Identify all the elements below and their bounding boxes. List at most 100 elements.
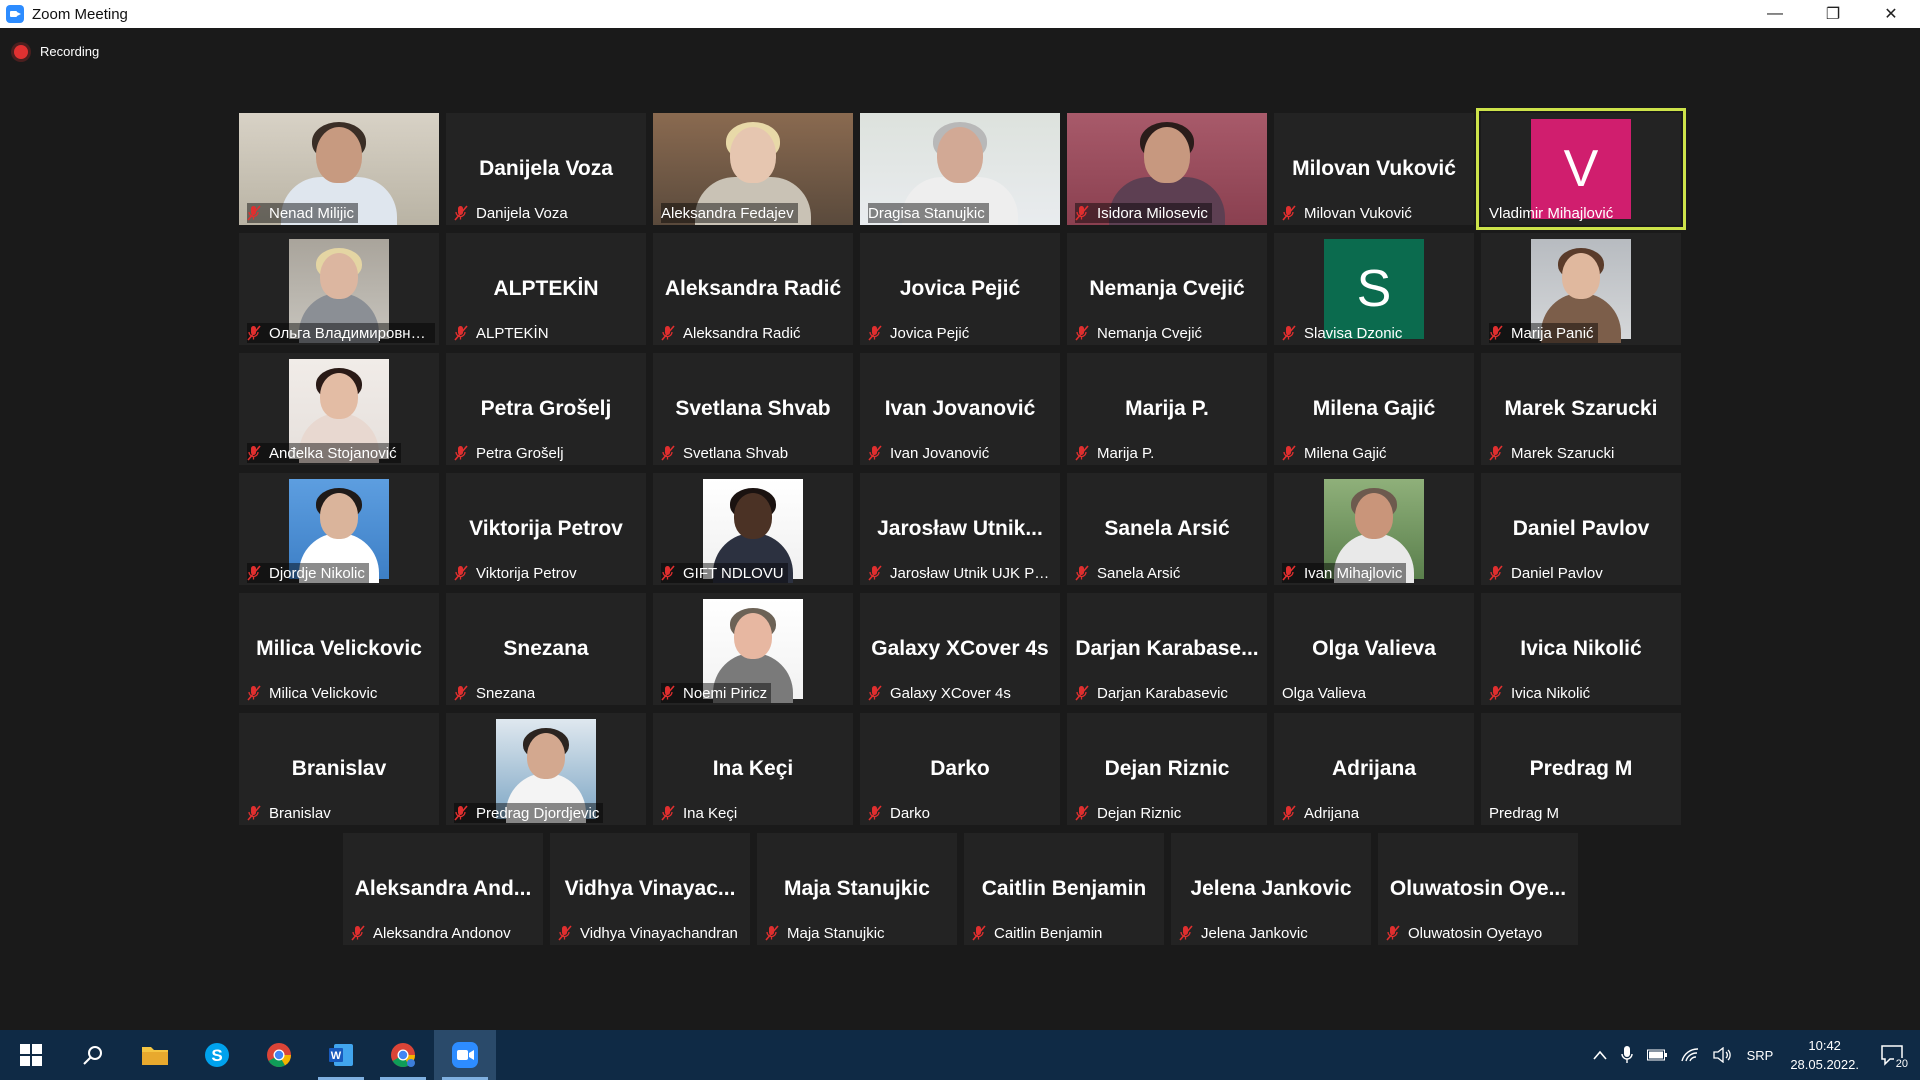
participant-tile[interactable]: Petra Grošelj Petra Grošelj — [446, 353, 646, 465]
search-icon — [83, 1046, 102, 1065]
participant-tile[interactable]: Caitlin Benjamin Caitlin Benjamin — [964, 833, 1164, 945]
participant-tile[interactable]: Milica Velickovic Milica Velickovic — [239, 593, 439, 705]
participant-tile[interactable]: Maja Stanujkic Maja Stanujkic — [757, 833, 957, 945]
start-button[interactable] — [0, 1030, 62, 1080]
participant-tile[interactable]: Predrag Djordjevic — [446, 713, 646, 825]
battery-tray-button[interactable] — [1646, 1049, 1667, 1061]
word-icon: W — [329, 1044, 353, 1066]
muted-microphone-icon — [1075, 565, 1089, 581]
notifications-button[interactable]: 20 — [1880, 1044, 1910, 1070]
participant-tile[interactable]: ALPTEKİN ALPTEKİN — [446, 233, 646, 345]
participant-tile[interactable]: Oluwatosin Oye... Oluwatosin Oyetayo — [1378, 833, 1578, 945]
zoom-button[interactable] — [434, 1030, 496, 1080]
minimize-button[interactable]: — — [1746, 0, 1804, 28]
participant-tile[interactable]: Ольга Владимировна ... — [239, 233, 439, 345]
chrome-button[interactable] — [248, 1030, 310, 1080]
participant-name: Noemi Piricz — [683, 684, 768, 702]
participant-tile[interactable]: Marija Panić — [1481, 233, 1681, 345]
participant-tile[interactable]: Marek Szarucki Marek Szarucki — [1481, 353, 1681, 465]
participant-tile[interactable]: Ivica Nikolić Ivica Nikolić — [1481, 593, 1681, 705]
participant-tile[interactable]: Viktorija Petrov Viktorija Petrov — [446, 473, 646, 585]
participant-display-name: Branislav — [291, 757, 387, 780]
participant-tile[interactable]: Noemi Piricz — [653, 593, 853, 705]
participant-name: Daniel Pavlov — [1511, 564, 1603, 582]
taskbar-clock[interactable]: 10:42 28.05.2022. — [1790, 1036, 1859, 1074]
participant-tile[interactable]: Nenad Milijic — [239, 113, 439, 225]
participant-tile[interactable]: Sanela Arsić Sanela Arsić — [1067, 473, 1267, 585]
participant-name: Jovica Pejić — [890, 324, 970, 342]
participant-tile[interactable]: Aleksandra And... Aleksandra Andonov — [343, 833, 543, 945]
participant-name-label: Ольга Владимировна ... — [247, 323, 435, 343]
skype-icon: S — [205, 1043, 229, 1067]
participant-display-name: ALPTEKİN — [493, 277, 599, 300]
participant-tile[interactable]: Olga Valieva Olga Valieva — [1274, 593, 1474, 705]
participant-tile[interactable]: Milovan Vuković Milovan Vuković — [1274, 113, 1474, 225]
participant-tile[interactable]: GIFT NDLOVU — [653, 473, 853, 585]
participant-tile[interactable]: Isidora Milosevic — [1067, 113, 1267, 225]
participant-name: Anđelka Stojanović — [269, 444, 397, 462]
microphone-icon — [1620, 1046, 1633, 1063]
show-hidden-icons-button[interactable] — [1592, 1050, 1607, 1060]
participant-display-name: Jelena Jankovic — [1190, 877, 1352, 900]
participant-tile[interactable]: Galaxy XCover 4s Galaxy XCover 4s — [860, 593, 1060, 705]
participant-name-label: Dejan Riznic — [1075, 803, 1181, 823]
window-title: Zoom Meeting — [32, 5, 128, 23]
participant-tile[interactable]: Daniel Pavlov Daniel Pavlov — [1481, 473, 1681, 585]
language-indicator[interactable]: SRP — [1747, 1048, 1774, 1063]
recording-indicator[interactable]: Recording — [14, 44, 99, 59]
participant-tile[interactable]: Adrijana Adrijana — [1274, 713, 1474, 825]
participant-tile[interactable]: Darjan Karabase... Darjan Karabasevic — [1067, 593, 1267, 705]
participant-name: Aleksandra Fedajev — [661, 204, 794, 222]
participant-tile[interactable]: Svetlana Shvab Svetlana Shvab — [653, 353, 853, 465]
participant-name: Vidhya Vinayachandran — [580, 924, 738, 942]
volume-tray-button[interactable] — [1712, 1047, 1733, 1063]
participant-name: Dragisa Stanujkic — [868, 204, 985, 222]
muted-microphone-icon — [351, 925, 365, 941]
participant-tile[interactable]: Milena Gajić Milena Gajić — [1274, 353, 1474, 465]
participant-tile[interactable]: Danijela Voza Danijela Voza — [446, 113, 646, 225]
file-explorer-button[interactable] — [124, 1030, 186, 1080]
participant-tile[interactable]: Snezana Snezana — [446, 593, 646, 705]
participant-tile[interactable]: Ivan Mihajlovic — [1274, 473, 1474, 585]
close-button[interactable]: ✕ — [1862, 0, 1920, 28]
participant-tile[interactable]: Ivan Jovanović Ivan Jovanović — [860, 353, 1060, 465]
participant-name-label: Marek Szarucki — [1489, 443, 1614, 463]
participant-name: Snezana — [476, 684, 536, 702]
participant-tile[interactable]: Vidhya Vinayac... Vidhya Vinayachandran — [550, 833, 750, 945]
participant-tile[interactable]: Dragisa Stanujkic — [860, 113, 1060, 225]
participant-tile[interactable]: Anđelka Stojanović — [239, 353, 439, 465]
restore-button[interactable]: ❐ — [1804, 0, 1862, 28]
participant-name-label: Caitlin Benjamin — [972, 923, 1102, 943]
participant-tile[interactable]: Branislav Branislav — [239, 713, 439, 825]
participant-tile[interactable]: Jarosław Utnik... Jarosław Utnik UJK Pol.… — [860, 473, 1060, 585]
participant-name-label: Sanela Arsić — [1075, 563, 1180, 583]
search-button[interactable] — [62, 1030, 124, 1080]
network-tray-button[interactable] — [1680, 1047, 1699, 1063]
participant-display-name: Ivan Jovanović — [884, 397, 1036, 420]
participant-tile[interactable]: Aleksandra Radić Aleksandra Radić — [653, 233, 853, 345]
participant-tile[interactable]: Dejan Riznic Dejan Riznic — [1067, 713, 1267, 825]
participant-tile[interactable]: Aleksandra Fedajev — [653, 113, 853, 225]
participant-tile[interactable]: S Slavisa Dzonic — [1274, 233, 1474, 345]
participant-tile[interactable]: Nemanja Cvejić Nemanja Cvejić — [1067, 233, 1267, 345]
participant-tile[interactable]: Djordje Nikolic — [239, 473, 439, 585]
participant-tile[interactable]: Darko Darko — [860, 713, 1060, 825]
chrome-profile-button[interactable] — [372, 1030, 434, 1080]
participant-name: Darko — [890, 804, 931, 822]
word-button[interactable]: W — [310, 1030, 372, 1080]
participant-display-name: Aleksandra And... — [354, 877, 532, 900]
participant-name-label: Marija Panić — [1489, 323, 1598, 343]
microphone-tray-button[interactable] — [1620, 1046, 1633, 1064]
muted-microphone-icon — [247, 325, 261, 341]
participant-tile[interactable]: V Vladimir Mihajlović — [1476, 108, 1686, 230]
participant-tile[interactable]: Marija P. Marija P. — [1067, 353, 1267, 465]
participant-name-label: Darko — [868, 803, 930, 823]
participant-tile[interactable]: Predrag M Predrag M — [1481, 713, 1681, 825]
window-controls: — ❐ ✕ — [1746, 0, 1920, 28]
participant-display-name: Darjan Karabase... — [1075, 637, 1259, 660]
participant-tile[interactable]: Ina Keçi Ina Keçi — [653, 713, 853, 825]
participant-tile[interactable]: Jelena Jankovic Jelena Jankovic — [1171, 833, 1371, 945]
skype-button[interactable]: S — [186, 1030, 248, 1080]
participant-name-label: Vidhya Vinayachandran — [558, 923, 738, 943]
participant-tile[interactable]: Jovica Pejić Jovica Pejić — [860, 233, 1060, 345]
